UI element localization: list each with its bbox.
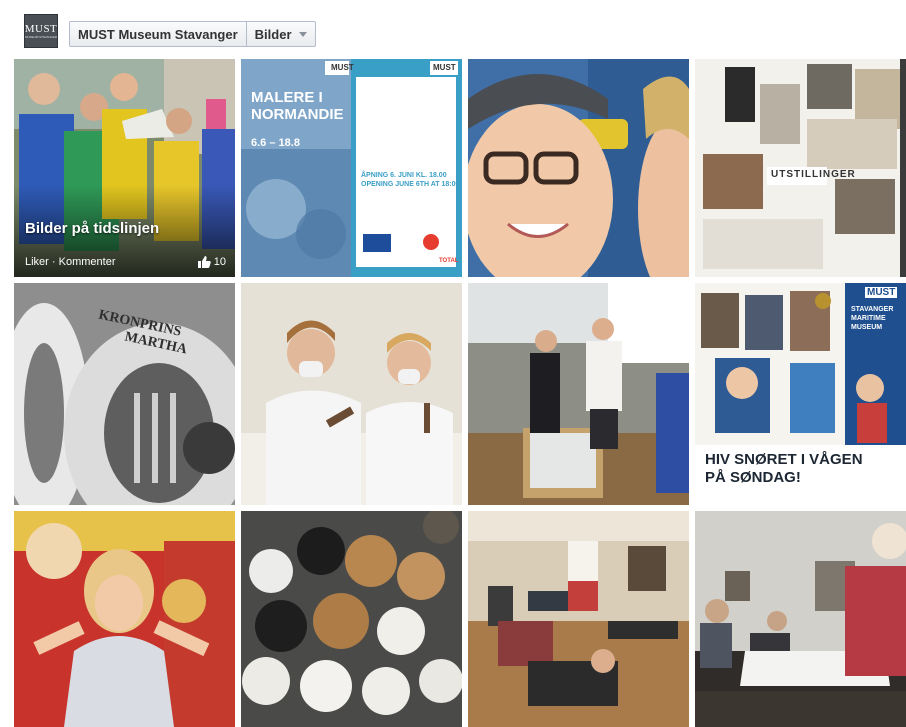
- like-link[interactable]: Liker: [25, 256, 49, 268]
- comment-link[interactable]: Kommenter: [59, 256, 116, 268]
- photo-grid: Bilder på tidslinjen Liker · Kommenter 1…: [14, 59, 906, 727]
- breadcrumb: MUST Museum Stavanger Bilder: [69, 21, 316, 47]
- photo-tile-lifebuoy[interactable]: KRONPRINS MARTHA: [14, 283, 235, 505]
- poster-title-line1: MALERE I: [251, 89, 323, 106]
- likes-counter[interactable]: 10: [197, 256, 226, 268]
- flyer-side-text: STAVANGER MARITIME MUSEUM: [851, 305, 893, 332]
- flyer-headline: HIV SNØRET I VÅGEN PÅ SØNDAG!: [705, 451, 863, 487]
- children-photo: [468, 59, 689, 277]
- photo-tile-children[interactable]: [468, 59, 689, 277]
- photo-tile-workshop[interactable]: [241, 283, 462, 505]
- poster-title-line2: NORMANDIE: [251, 106, 344, 123]
- poster-sponsor: TOTAL: [439, 258, 459, 264]
- logo-subtext: MUSEUM STAVANGER: [25, 34, 58, 39]
- map-photo: [695, 511, 906, 727]
- poster-logo-right: MUST: [433, 63, 456, 72]
- poster-title: MALERE I NORMANDIE: [251, 89, 344, 123]
- timeline-actions: Liker · Kommenter: [25, 256, 115, 268]
- chevron-down-icon: [298, 31, 307, 37]
- timeline-album-title[interactable]: Bilder på tidslinjen: [25, 220, 159, 237]
- breadcrumb-page-label: MUST Museum Stavanger: [78, 26, 238, 42]
- poster-opening-line2: OPENING JUNE 6TH AT 18:00: [361, 181, 460, 188]
- poster-opening-line1: ÅPNING 6. JUNI KL. 18.00: [361, 172, 447, 179]
- logo-text: MUST: [24, 22, 58, 35]
- flyer-headline-line1: HIV SNØRET I VÅGEN: [705, 451, 863, 468]
- photo-tile-bears[interactable]: [241, 511, 462, 727]
- girl-photo: [14, 511, 235, 727]
- photo-tile-magazine[interactable]: UTSTILLINGER: [695, 59, 906, 277]
- flyer-logo: MUST: [865, 287, 898, 298]
- flyer-headline-line2: PÅ SØNDAG!: [705, 469, 801, 486]
- photo-tile-flyer[interactable]: MUST STAVANGER MARITIME MUSEUM HIV SNØRE…: [695, 283, 906, 505]
- flyer-side-line1: STAVANGER: [851, 306, 894, 313]
- poster-logo: MUST: [331, 63, 354, 72]
- photo-tile-sailors[interactable]: [468, 283, 689, 505]
- breadcrumb-photos-label: Bilder: [254, 26, 292, 42]
- photo-tile-girl[interactable]: [14, 511, 235, 727]
- photo-tile-timeline[interactable]: Bilder på tidslinjen Liker · Kommenter 1…: [14, 59, 235, 277]
- action-separator: ·: [48, 256, 59, 268]
- likes-count: 10: [213, 256, 226, 268]
- photo-tile-map[interactable]: [695, 511, 906, 727]
- sailors-photo: [468, 283, 689, 505]
- firstaid-photo: [468, 511, 689, 727]
- magazine-heading: UTSTILLINGER: [771, 169, 856, 180]
- poster-opening: ÅPNING 6. JUNI KL. 18.00 OPENING JUNE 6T…: [361, 171, 459, 189]
- flyer-side-line3: MUSEUM: [851, 324, 883, 331]
- magazine-photo: [695, 59, 906, 277]
- must-logo[interactable]: MUST MUSEUM STAVANGER: [24, 14, 58, 48]
- photo-tile-firstaid[interactable]: [468, 511, 689, 727]
- breadcrumb-page-link[interactable]: MUST Museum Stavanger: [70, 22, 246, 46]
- album-header: MUST MUSEUM STAVANGER MUST Museum Stavan…: [0, 0, 906, 58]
- breadcrumb-photos-dropdown[interactable]: Bilder: [245, 22, 315, 46]
- thumbs-up-icon: [197, 256, 211, 268]
- flyer-side-line2: MARITIME: [851, 315, 886, 322]
- workshop-photo: [241, 283, 462, 505]
- bears-photo: [241, 511, 462, 727]
- poster-dates: 6.6 – 18.8: [251, 137, 300, 149]
- photo-tile-poster[interactable]: MALERE I NORMANDIE 6.6 – 18.8 MUST MUST …: [241, 59, 462, 277]
